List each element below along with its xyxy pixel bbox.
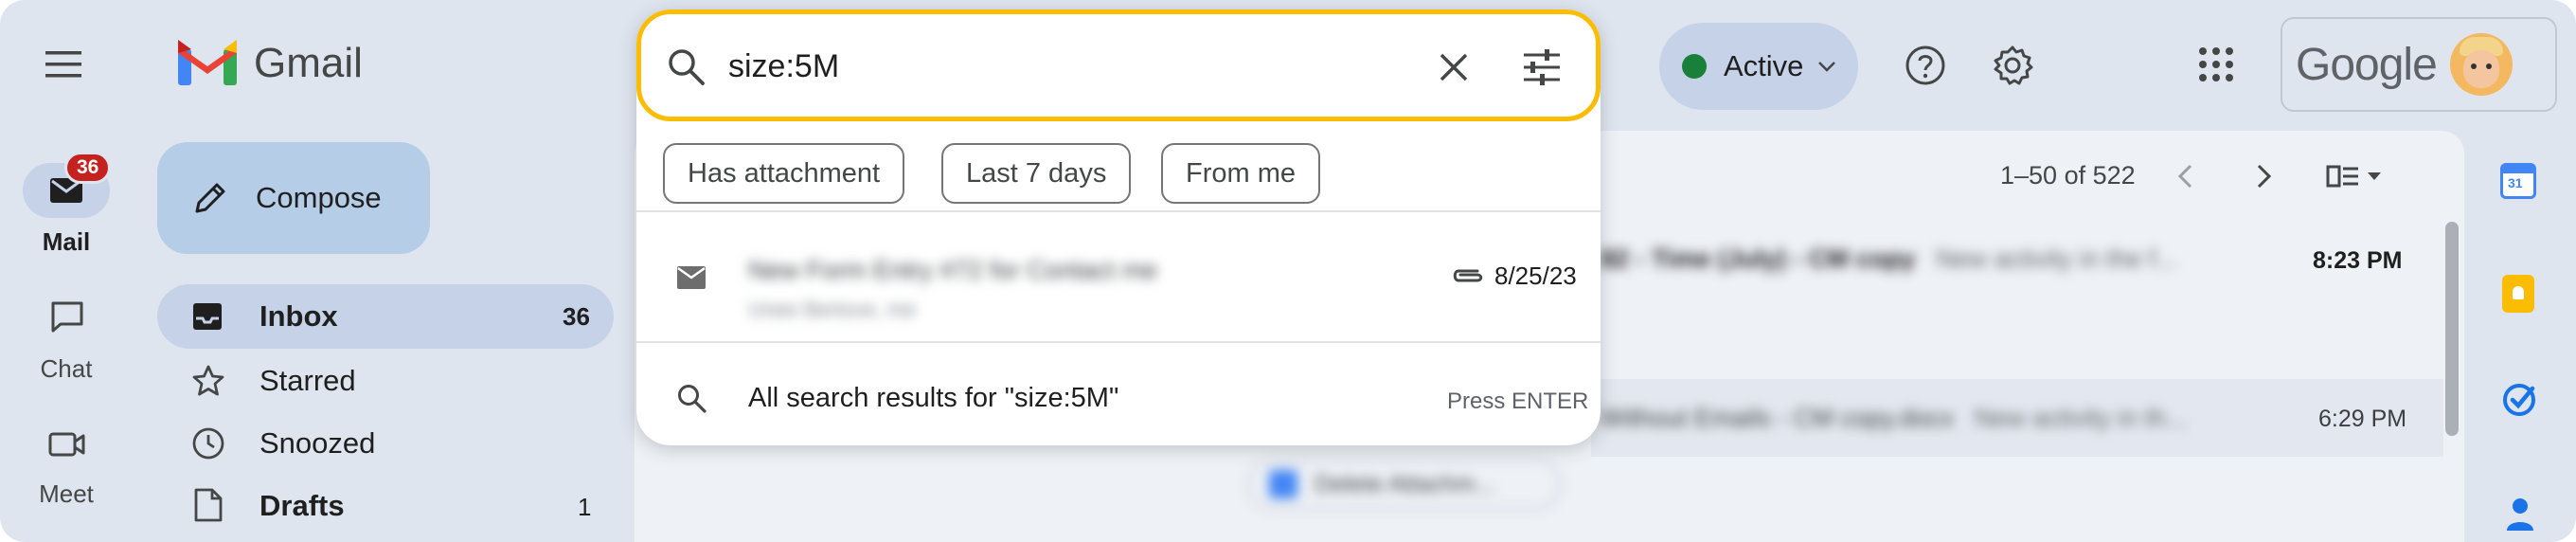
chip-from-me[interactable]: From me xyxy=(1161,143,1320,204)
settings-icon[interactable] xyxy=(1991,44,2034,87)
row1-time: 8:23 PM xyxy=(2313,247,2403,274)
press-enter-hint: Press ENTER xyxy=(1447,388,1589,414)
mail-icon xyxy=(676,265,707,290)
chip-has-attachment[interactable]: Has attachment xyxy=(663,143,905,204)
chat-icon[interactable] xyxy=(49,299,85,334)
contacts-icon[interactable] xyxy=(2504,495,2536,533)
file-icon xyxy=(193,487,224,523)
chip-last-7-days[interactable]: Last 7 days xyxy=(941,143,1132,204)
inbox-icon xyxy=(191,301,224,332)
status-button[interactable]: Active xyxy=(1659,23,1858,110)
pagination-text: 1–50 of 522 xyxy=(2000,161,2136,190)
row1-snippet-text: New activity in the f... xyxy=(1936,244,2178,273)
rail-meet-label[interactable]: Meet xyxy=(0,479,133,509)
row2-snippet-text: New activity in th... xyxy=(1974,404,2188,432)
chevron-left-icon[interactable] xyxy=(2173,161,2199,191)
suggestion-title: New Form Entry #72 for Contact me xyxy=(748,256,1158,284)
google-wordmark: Google xyxy=(2296,39,2438,90)
row1-subject[interactable]: 82 - Time (July) - CM copy New activity … xyxy=(1601,244,2177,274)
close-icon[interactable] xyxy=(1437,50,1471,84)
mail-unread-badge: 36 xyxy=(64,152,112,184)
account-button[interactable]: Google xyxy=(2281,17,2557,112)
tasks-icon[interactable] xyxy=(2500,381,2538,419)
scrollbar-thumb[interactable] xyxy=(2445,222,2459,436)
compose-label: Compose xyxy=(256,181,382,214)
row1-subject-text: 82 - Time (July) - CM copy xyxy=(1601,244,1916,273)
nav-drafts-count: 1 xyxy=(578,493,592,521)
tune-icon[interactable] xyxy=(1522,48,1562,86)
search-bar[interactable]: size:5M xyxy=(636,9,1601,121)
search-dropdown: size:5M Has attachment Last 7 days From … xyxy=(636,9,1601,445)
search-input[interactable]: size:5M xyxy=(728,48,839,85)
gmail-window: Gmail 36 Mail Chat Meet Compose Inbox 36… xyxy=(0,0,2576,542)
suggestion-sender: Unee Bertove, me xyxy=(748,298,917,321)
all-results-label: All search results for "size:5M" xyxy=(748,383,1119,413)
nav-inbox-count: 36 xyxy=(563,302,590,331)
nav-item-drafts[interactable]: Drafts xyxy=(259,489,345,523)
suggestion-row[interactable]: New Form Entry #72 for Contact me Unee B… xyxy=(636,212,1601,341)
pencil-icon xyxy=(191,179,229,217)
row2-attachment-chip[interactable]: Delete Attachm... xyxy=(1248,459,1561,510)
chevron-down-icon xyxy=(1816,59,1837,74)
all-results-row[interactable]: All search results for "size:5M" Press E… xyxy=(636,343,1601,445)
row2-subject-text: Without Emails - CM copy.docx xyxy=(1601,404,1955,432)
calendar-icon[interactable]: 31 xyxy=(2500,163,2536,199)
nav-inbox-label: Inbox xyxy=(259,299,338,333)
row2-chip-label: Delete Attachm... xyxy=(1315,470,1495,497)
paperclip-icon xyxy=(1449,263,1485,288)
search-icon xyxy=(676,383,708,415)
row2-time: 6:29 PM xyxy=(2318,406,2407,432)
menu-icon[interactable] xyxy=(44,45,85,83)
active-status-dot xyxy=(1682,54,1707,79)
split-pane-icon[interactable] xyxy=(2326,161,2388,191)
status-label: Active xyxy=(1724,49,1804,82)
search-icon[interactable] xyxy=(666,46,707,88)
doc-icon xyxy=(1269,470,1297,498)
clock-icon xyxy=(191,426,225,461)
video-icon[interactable] xyxy=(47,428,87,461)
gmail-logo[interactable]: Gmail xyxy=(176,40,363,87)
keep-icon[interactable] xyxy=(2502,275,2534,313)
star-icon xyxy=(191,364,225,398)
chevron-right-icon[interactable] xyxy=(2250,161,2277,191)
avatar xyxy=(2449,33,2513,96)
help-icon[interactable] xyxy=(1904,44,1947,87)
gmail-m-icon xyxy=(178,40,237,85)
rail-chat-label[interactable]: Chat xyxy=(0,354,133,384)
nav-item-starred[interactable]: Starred xyxy=(259,364,356,398)
apps-icon[interactable] xyxy=(2197,45,2235,83)
rail-mail-label[interactable]: Mail xyxy=(0,227,133,257)
row2-subject[interactable]: Without Emails - CM copy.docx New activi… xyxy=(1601,404,2188,433)
app-name: Gmail xyxy=(254,40,363,86)
nav-item-inbox[interactable]: Inbox 36 xyxy=(157,284,614,349)
compose-button[interactable]: Compose xyxy=(157,142,430,254)
suggestion-date: 8/25/23 xyxy=(1494,262,1577,290)
nav-item-snoozed[interactable]: Snoozed xyxy=(259,426,375,461)
